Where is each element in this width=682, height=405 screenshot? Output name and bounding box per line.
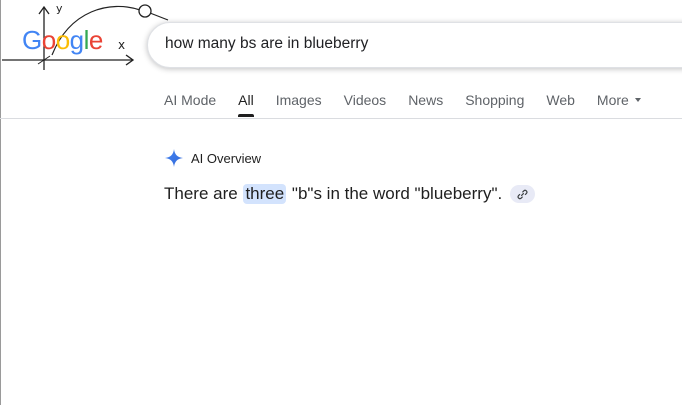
tab-images[interactable]: Images bbox=[276, 91, 322, 119]
answer-text-start: There are bbox=[164, 184, 238, 203]
tab-label: Shopping bbox=[465, 92, 525, 108]
ai-overview-header: AI Overview bbox=[164, 148, 261, 168]
source-link-chip[interactable] bbox=[510, 185, 536, 203]
tab-label: Videos bbox=[343, 92, 387, 108]
sparkle-icon bbox=[165, 149, 183, 167]
logo-wordmark: Google bbox=[22, 25, 103, 56]
answer-text-end: "b"s in the word "blueberry". bbox=[291, 184, 503, 203]
logo-letter: e bbox=[88, 25, 103, 55]
logo-letter: g bbox=[69, 25, 84, 55]
ai-overview-answer: There are three "b"s in the word "bluebe… bbox=[164, 184, 536, 204]
logo-letter: o bbox=[55, 25, 70, 55]
answer-highlight: three bbox=[243, 184, 287, 204]
tab-videos[interactable]: Videos bbox=[344, 91, 387, 119]
ai-overview-title: AI Overview bbox=[191, 150, 262, 166]
doodle-y-label: y bbox=[56, 2, 63, 15]
tab-label: AI Mode bbox=[164, 92, 217, 108]
tab-shopping[interactable]: Shopping bbox=[465, 91, 524, 119]
tab-label: Web bbox=[546, 92, 575, 108]
tab-label: All bbox=[238, 92, 254, 108]
chevron-down-icon bbox=[634, 98, 641, 102]
tabs-divider bbox=[0, 118, 682, 119]
tab-label: Images bbox=[275, 92, 322, 108]
search-results-page: Google y x how many bs are in blueberry … bbox=[0, 0, 682, 405]
search-tabs: AI Mode All Images Videos News Shopping … bbox=[164, 91, 663, 119]
logo-letter: G bbox=[22, 25, 42, 55]
tab-news[interactable]: News bbox=[408, 91, 443, 119]
tab-ai-mode[interactable]: AI Mode bbox=[164, 91, 216, 119]
link-icon bbox=[517, 189, 528, 199]
google-doodle-logo[interactable]: Google y x bbox=[0, 0, 170, 78]
tab-all[interactable]: All bbox=[238, 91, 254, 119]
tab-label: News bbox=[408, 92, 444, 108]
search-input[interactable]: how many bs are in blueberry bbox=[165, 35, 368, 53]
tab-more[interactable]: More bbox=[597, 91, 641, 119]
search-box[interactable]: how many bs are in blueberry bbox=[147, 22, 682, 68]
logo-letter: o bbox=[41, 25, 56, 55]
tab-label: More bbox=[596, 92, 629, 108]
doodle-x-label: x bbox=[118, 38, 126, 52]
tab-web[interactable]: Web bbox=[546, 91, 575, 119]
